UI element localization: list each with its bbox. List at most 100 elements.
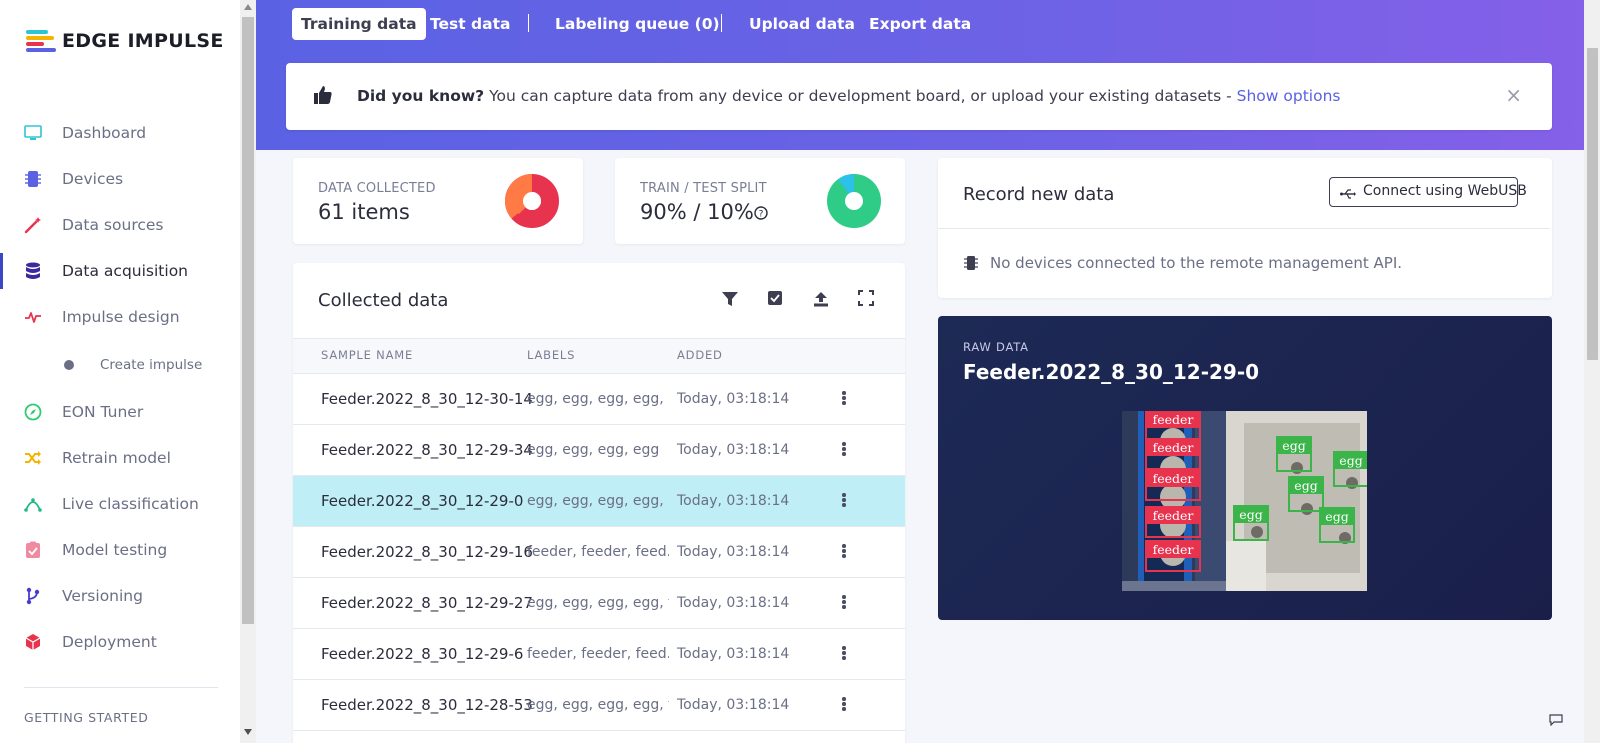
kebab-menu-icon[interactable] — [842, 442, 846, 456]
main-scroll-thumb[interactable] — [1587, 48, 1598, 360]
data-collected-card: DATA COLLECTED 61 items — [293, 158, 583, 244]
webusb-button-label: Connect using WebUSB — [1363, 183, 1527, 199]
no-devices-message: No devices connected to the remote manag… — [990, 254, 1403, 272]
sidebar-item-label: Dashboard — [62, 124, 147, 142]
sidebar-item-data-sources[interactable]: Data sources — [0, 205, 240, 245]
sidebar-item-label: Devices — [62, 170, 124, 188]
sidebar-item-label: Data acquisition — [62, 262, 188, 280]
table-row[interactable]: Feeder.2022_8_30_12-29-27 egg, egg, egg,… — [293, 578, 905, 629]
sample-image-with-bounding-boxes: feeder feeder feeder feeder feeder egg egg egg e… — [1122, 411, 1367, 591]
sample-labels: egg, egg, egg, egg, f... — [527, 595, 669, 611]
sample-added: Today, 03:18:14 — [677, 391, 790, 407]
record-new-data-card: Record new data Connect using WebUSB No … — [938, 158, 1552, 298]
tab-labeling-queue[interactable]: Labeling queue (0) — [546, 8, 729, 40]
sidebar-item-label: Data sources — [62, 216, 164, 234]
table-row[interactable]: Feeder.2022_8_30_12-29-34 egg, egg, egg,… — [293, 425, 905, 476]
sample-name: Feeder.2022_8_30_12-28-53 — [321, 696, 533, 714]
branch-icon — [24, 587, 42, 605]
tab-test-data[interactable]: Test data — [421, 8, 519, 40]
sidebar-item-impulse-design[interactable]: Impulse design — [0, 297, 240, 337]
column-header-labels[interactable]: LABELS — [527, 348, 575, 362]
stat-label: TRAIN / TEST SPLIT — [640, 181, 767, 196]
sidebar-item-label: Versioning — [62, 587, 143, 605]
sidebar-item-label: Deployment — [62, 633, 157, 651]
sidebar-item-devices[interactable]: Devices — [0, 159, 240, 199]
sample-added: Today, 03:18:14 — [677, 493, 790, 509]
svg-text:egg: egg — [1282, 438, 1305, 453]
svg-text:feeder: feeder — [1153, 471, 1194, 486]
sample-name: Feeder.2022_8_30_12-30-14 — [321, 390, 533, 408]
chip-icon — [24, 170, 42, 188]
scroll-down-arrow-icon[interactable] — [244, 729, 252, 735]
compass-icon — [24, 403, 42, 421]
sidebar-item-label: EON Tuner — [62, 403, 144, 421]
column-header-sample-name[interactable]: SAMPLE NAME — [321, 348, 413, 362]
sample-name: Feeder.2022_8_30_12-29-6 — [321, 645, 524, 663]
sidebar-item-dashboard[interactable]: Dashboard — [0, 113, 240, 153]
sidebar-item-eon-tuner[interactable]: EON Tuner — [0, 392, 240, 432]
table-row-selected[interactable]: Feeder.2022_8_30_12-29-0 egg, egg, egg, … — [293, 476, 905, 527]
table-row[interactable]: Feeder.2022_8_30_12-29-6 feeder, feeder,… — [293, 629, 905, 680]
question-icon[interactable]: ? — [754, 205, 768, 224]
filter-icon[interactable] — [721, 290, 741, 310]
close-icon[interactable]: × — [1505, 83, 1522, 107]
thumbs-up-icon — [313, 85, 333, 109]
sidebar: EDGE IMPULSE Dashboard Devices Data sour… — [0, 0, 240, 743]
sidebar-item-create-impulse[interactable]: Create impulse — [0, 345, 240, 385]
stat-label: DATA COLLECTED — [318, 181, 436, 196]
monitor-icon — [24, 124, 42, 142]
kebab-menu-icon[interactable] — [842, 493, 846, 507]
kebab-menu-icon[interactable] — [842, 697, 846, 711]
svg-text:feeder: feeder — [1153, 412, 1194, 427]
table-row[interactable]: Feeder.2022_8_30_12-30-14 egg, egg, egg,… — [293, 374, 905, 425]
sidebar-item-deployment[interactable]: Deployment — [0, 622, 240, 662]
tab-upload-data[interactable]: Upload data — [740, 8, 864, 40]
kebab-menu-icon[interactable] — [842, 595, 846, 609]
sidebar-item-retrain-model[interactable]: Retrain model — [0, 438, 240, 478]
kebab-menu-icon[interactable] — [842, 544, 846, 558]
kebab-menu-icon[interactable] — [842, 646, 846, 660]
sample-added: Today, 03:18:14 — [677, 595, 790, 611]
sidebar-item-label: Live classification — [62, 495, 199, 513]
tab-export-data[interactable]: Export data — [860, 8, 980, 40]
show-options-link[interactable]: Show options — [1237, 87, 1341, 105]
raw-data-label: RAW DATA — [963, 340, 1029, 354]
wand-icon — [24, 216, 42, 234]
tab-training-data[interactable]: Training data — [292, 8, 426, 40]
scroll-up-arrow-icon[interactable] — [244, 4, 252, 10]
sidebar-item-versioning[interactable]: Versioning — [0, 576, 240, 616]
table-row[interactable]: Feeder.2022_8_30_12-29-16 feeder, feeder… — [293, 527, 905, 578]
usb-icon — [1340, 184, 1356, 211]
stat-value: 61 items — [318, 200, 410, 224]
feedback-chat-icon[interactable] — [1549, 711, 1563, 727]
kebab-menu-icon[interactable] — [842, 391, 846, 405]
upload-icon[interactable] — [812, 290, 832, 310]
sidebar-item-label: Create impulse — [100, 357, 203, 373]
train-test-split-card: TRAIN / TEST SPLIT 90% / 10% ? — [615, 158, 905, 244]
sidebar-item-label: Impulse design — [62, 308, 180, 326]
pulse-icon — [24, 308, 42, 326]
database-icon — [24, 262, 42, 280]
card-title: Record new data — [963, 184, 1115, 205]
sidebar-scrollbar[interactable] — [240, 0, 256, 743]
clipboard-check-icon — [24, 541, 42, 559]
node-icon — [24, 495, 42, 513]
expand-icon[interactable] — [858, 290, 878, 310]
logo-icon — [26, 30, 56, 52]
sample-name: Feeder.2022_8_30_12-29-34 — [321, 441, 533, 459]
svg-text:egg: egg — [1294, 478, 1317, 493]
main-scrollbar[interactable] — [1584, 0, 1600, 743]
chip-icon — [964, 255, 978, 275]
sample-labels: feeder, feeder, feed... — [527, 646, 669, 662]
logo[interactable]: EDGE IMPULSE — [26, 30, 224, 52]
sidebar-scroll-thumb[interactable] — [242, 17, 254, 624]
table-row[interactable]: Feeder.2022_8_30_12-28-53 egg, egg, egg,… — [293, 680, 905, 731]
shuffle-icon — [24, 449, 42, 467]
column-header-added[interactable]: ADDED — [677, 348, 723, 362]
section-heading-getting-started: GETTING STARTED — [24, 710, 149, 725]
sidebar-item-live-classification[interactable]: Live classification — [0, 484, 240, 524]
sidebar-item-data-acquisition[interactable]: Data acquisition — [0, 251, 240, 291]
check-square-icon[interactable] — [767, 290, 787, 310]
sidebar-item-model-testing[interactable]: Model testing — [0, 530, 240, 570]
connect-webusb-button[interactable]: Connect using WebUSB — [1329, 177, 1527, 207]
